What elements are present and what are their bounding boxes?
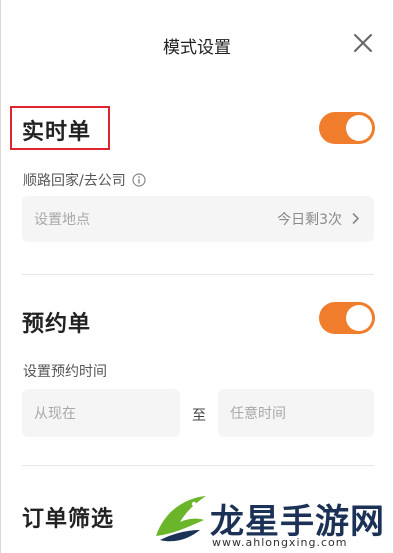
header: 模式设置 [0, 0, 394, 90]
toggle-knob [346, 115, 372, 141]
watermark-url: www.ahlongxing.com [212, 536, 348, 549]
location-field[interactable]: 设置地点 今日剩3次 [22, 196, 374, 242]
section-title-filter: 订单筛选 [22, 507, 115, 532]
close-icon [354, 34, 372, 52]
page-title: 模式设置 [163, 38, 231, 58]
close-button[interactable] [352, 32, 374, 54]
dragon-logo-icon [156, 496, 206, 542]
to-placeholder: 任意时间 [230, 406, 286, 422]
remaining-count: 今日剩3次 [277, 212, 342, 228]
chevron-right-icon [352, 210, 360, 229]
divider [22, 274, 374, 275]
section-title-reservation: 预约单 [22, 312, 92, 337]
watermark: 龙星手游网 www.ahlongxing.com [150, 488, 394, 553]
realtime-toggle[interactable] [319, 112, 375, 144]
reservation-time-label: 设置预约时间 [23, 364, 107, 380]
toggle-knob [346, 305, 372, 331]
route-label: 顺路回家/去公司 [23, 170, 146, 191]
info-icon[interactable] [132, 173, 146, 191]
from-time-field[interactable]: 从现在 [22, 389, 180, 437]
section-title-realtime: 实时单 [22, 120, 92, 145]
to-separator: 至 [192, 408, 206, 424]
from-placeholder: 从现在 [34, 406, 76, 422]
divider [22, 465, 374, 466]
to-time-field[interactable]: 任意时间 [218, 389, 374, 437]
route-label-text: 顺路回家/去公司 [23, 173, 126, 189]
location-placeholder: 设置地点 [34, 212, 90, 228]
reservation-toggle[interactable] [319, 302, 375, 334]
